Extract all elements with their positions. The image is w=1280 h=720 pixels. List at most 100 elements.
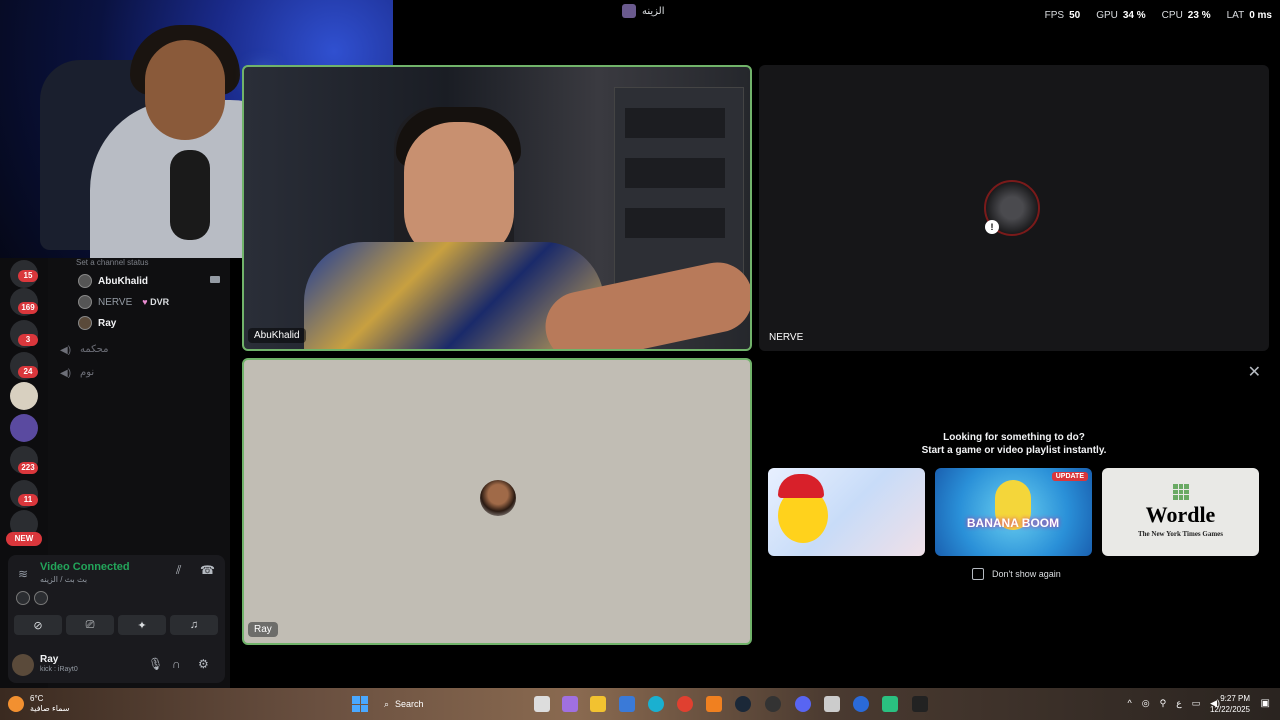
voice-member-ray[interactable]: Ray [78,316,116,330]
search-label: Search [395,699,424,709]
screen-share-button[interactable]: ⎚ [66,615,114,635]
soundboard-button[interactable]: ♫ [170,615,218,635]
network-icon[interactable]: ◎ [1142,698,1150,709]
voice-member-abukhalid[interactable]: AbuKhalid [78,274,148,288]
copilot-icon[interactable] [562,696,578,712]
voice-channel-name: محكمه [80,344,109,355]
member-name: NERVE [98,296,133,308]
app-icon[interactable] [853,696,869,712]
user-name[interactable]: Ray [40,654,58,665]
connection-location: بث بث / الزينه [40,575,88,584]
file-explorer-icon[interactable] [590,696,606,712]
language-icon[interactable]: ع [1176,698,1181,709]
taskbar-search[interactable]: ⌕ Search [378,694,478,714]
voice-channel-name: نوم [80,367,95,378]
user-panel: Ray kick : iRayt0 🎙 ∩ ⚙ [8,648,225,682]
clock-date: 12/22/2025 [1209,705,1250,714]
headphones-icon[interactable]: ∩ [172,657,181,671]
voice-member-nerve[interactable]: NERVE ♥ DVR [78,295,169,309]
avatar [34,591,48,605]
store-icon[interactable] [619,696,635,712]
task-view-icon[interactable] [534,696,550,712]
close-icon[interactable]: ✕ [1248,362,1261,382]
cpu-stat: CPU 23 % [1161,10,1211,21]
wifi-icon[interactable]: ▭ [1192,698,1201,709]
dont-show-checkbox[interactable] [972,568,984,580]
user-avatar[interactable] [12,654,34,676]
video-tile-nerve[interactable]: ! NERVE [759,65,1269,351]
noise-suppression-icon[interactable]: ⫽ [176,563,181,578]
status-icon: ! [985,220,999,234]
camera-toggle-button[interactable]: ⊘ [14,615,62,635]
server-icon[interactable] [10,382,38,410]
user-status: kick : iRayt0 [40,666,78,673]
voice-action-buttons: ⊘ ⎚ ✦ ♫ [14,615,218,635]
voice-channel[interactable]: ◀) محكمه [60,344,109,356]
weather-desc: سماء صافية [30,704,70,713]
windows-taskbar: 6°C سماء صافية ⌕ Search ^ ◎ ⚲ ع ▭ ◀) 9:2… [0,688,1280,720]
latency-stat: LAT 0 ms [1226,10,1272,21]
unread-badge: 15 [18,270,38,282]
video-tile-ray[interactable]: Ray [242,358,752,645]
unread-badge: 223 [18,462,38,474]
weather-widget[interactable]: 6°C سماء صافية [8,694,70,714]
weather-temp: 6°C [30,694,44,703]
mic-tray-icon[interactable]: ⚲ [1160,698,1167,709]
activities-button[interactable]: ✦ [118,615,166,635]
unread-badge: 11 [18,494,38,506]
tile-name-label: NERVE [769,332,804,343]
activity-subtitle: Start a game or video playlist instantly… [921,445,1107,456]
chevron-up-icon[interactable]: ^ [1128,698,1132,709]
app-icon[interactable] [912,696,928,712]
game-card-wordle[interactable]: Wordle The New York Times Games [1102,468,1259,556]
steam-icon[interactable] [735,696,751,712]
microphone-icon[interactable]: 🎙 [148,657,163,671]
chrome-icon[interactable] [677,696,693,712]
connected-avatars [16,591,48,605]
activity-suggestions: ✕ Looking for something to do? Start a g… [759,358,1269,645]
wordle-grid-icon [1173,484,1189,500]
weather-icon [8,696,24,712]
unread-badge: 3 [18,334,38,346]
game-card-chick[interactable] [768,468,925,556]
app-icon[interactable] [824,696,840,712]
settings-gear-icon[interactable]: ⚙ [198,657,209,671]
game-publisher: The New York Times Games [1137,530,1224,538]
connection-status[interactable]: Video Connected [40,561,130,573]
system-tray: ^ ◎ ⚲ ع ▭ ◀) [1128,698,1221,709]
app-icon[interactable] [706,696,722,712]
server-icon[interactable] [10,414,38,442]
server-icon [622,4,636,18]
unread-badge: 24 [18,366,38,378]
camera-icon [210,276,220,283]
signal-icon[interactable]: ≋ [18,567,28,581]
notification-icon[interactable]: ▣ [1261,698,1270,709]
dont-show-again[interactable]: Don't show again [972,568,1061,580]
clock-time: 9:27 PM [1220,694,1250,703]
member-name: AbuKhalid [98,275,148,287]
search-icon: ⌕ [384,698,390,709]
app-root: الزينه FPS 50 GPU 34 % CPU 23 % LAT 0 ms 15 … [0,0,1280,720]
avatar [480,480,516,516]
start-button[interactable] [352,696,368,712]
discord-icon[interactable] [795,696,811,712]
game-card-banana-boom[interactable]: UPDATE BANANA BOOM [935,468,1092,556]
video-tile-abukhalid[interactable]: AbuKhalid [242,65,752,351]
app-icon[interactable] [882,696,898,712]
game-title: Wordle [1145,502,1216,527]
perf-overlay: FPS 50 GPU 34 % CPU 23 % LAT 0 ms [1045,10,1272,21]
game-logo: BANANA BOOM [966,516,1060,530]
fps-stat: FPS 50 [1044,10,1081,21]
update-badge: UPDATE [1051,472,1088,481]
disconnect-icon[interactable]: ☎ [200,563,215,577]
tile-name-label: AbuKhalid [248,328,306,343]
dont-show-label: Don't show again [992,569,1061,579]
obs-icon[interactable] [765,696,781,712]
unread-badge: 169 [18,302,38,314]
edge-icon[interactable] [648,696,664,712]
avatar [78,295,92,309]
channel-status-hint[interactable]: Set a channel status [76,258,149,267]
speaker-icon: ◀) [60,367,72,379]
voice-channel[interactable]: ◀) نوم [60,367,95,379]
clock[interactable]: 9:27 PM 12/22/2025 [1210,693,1250,715]
